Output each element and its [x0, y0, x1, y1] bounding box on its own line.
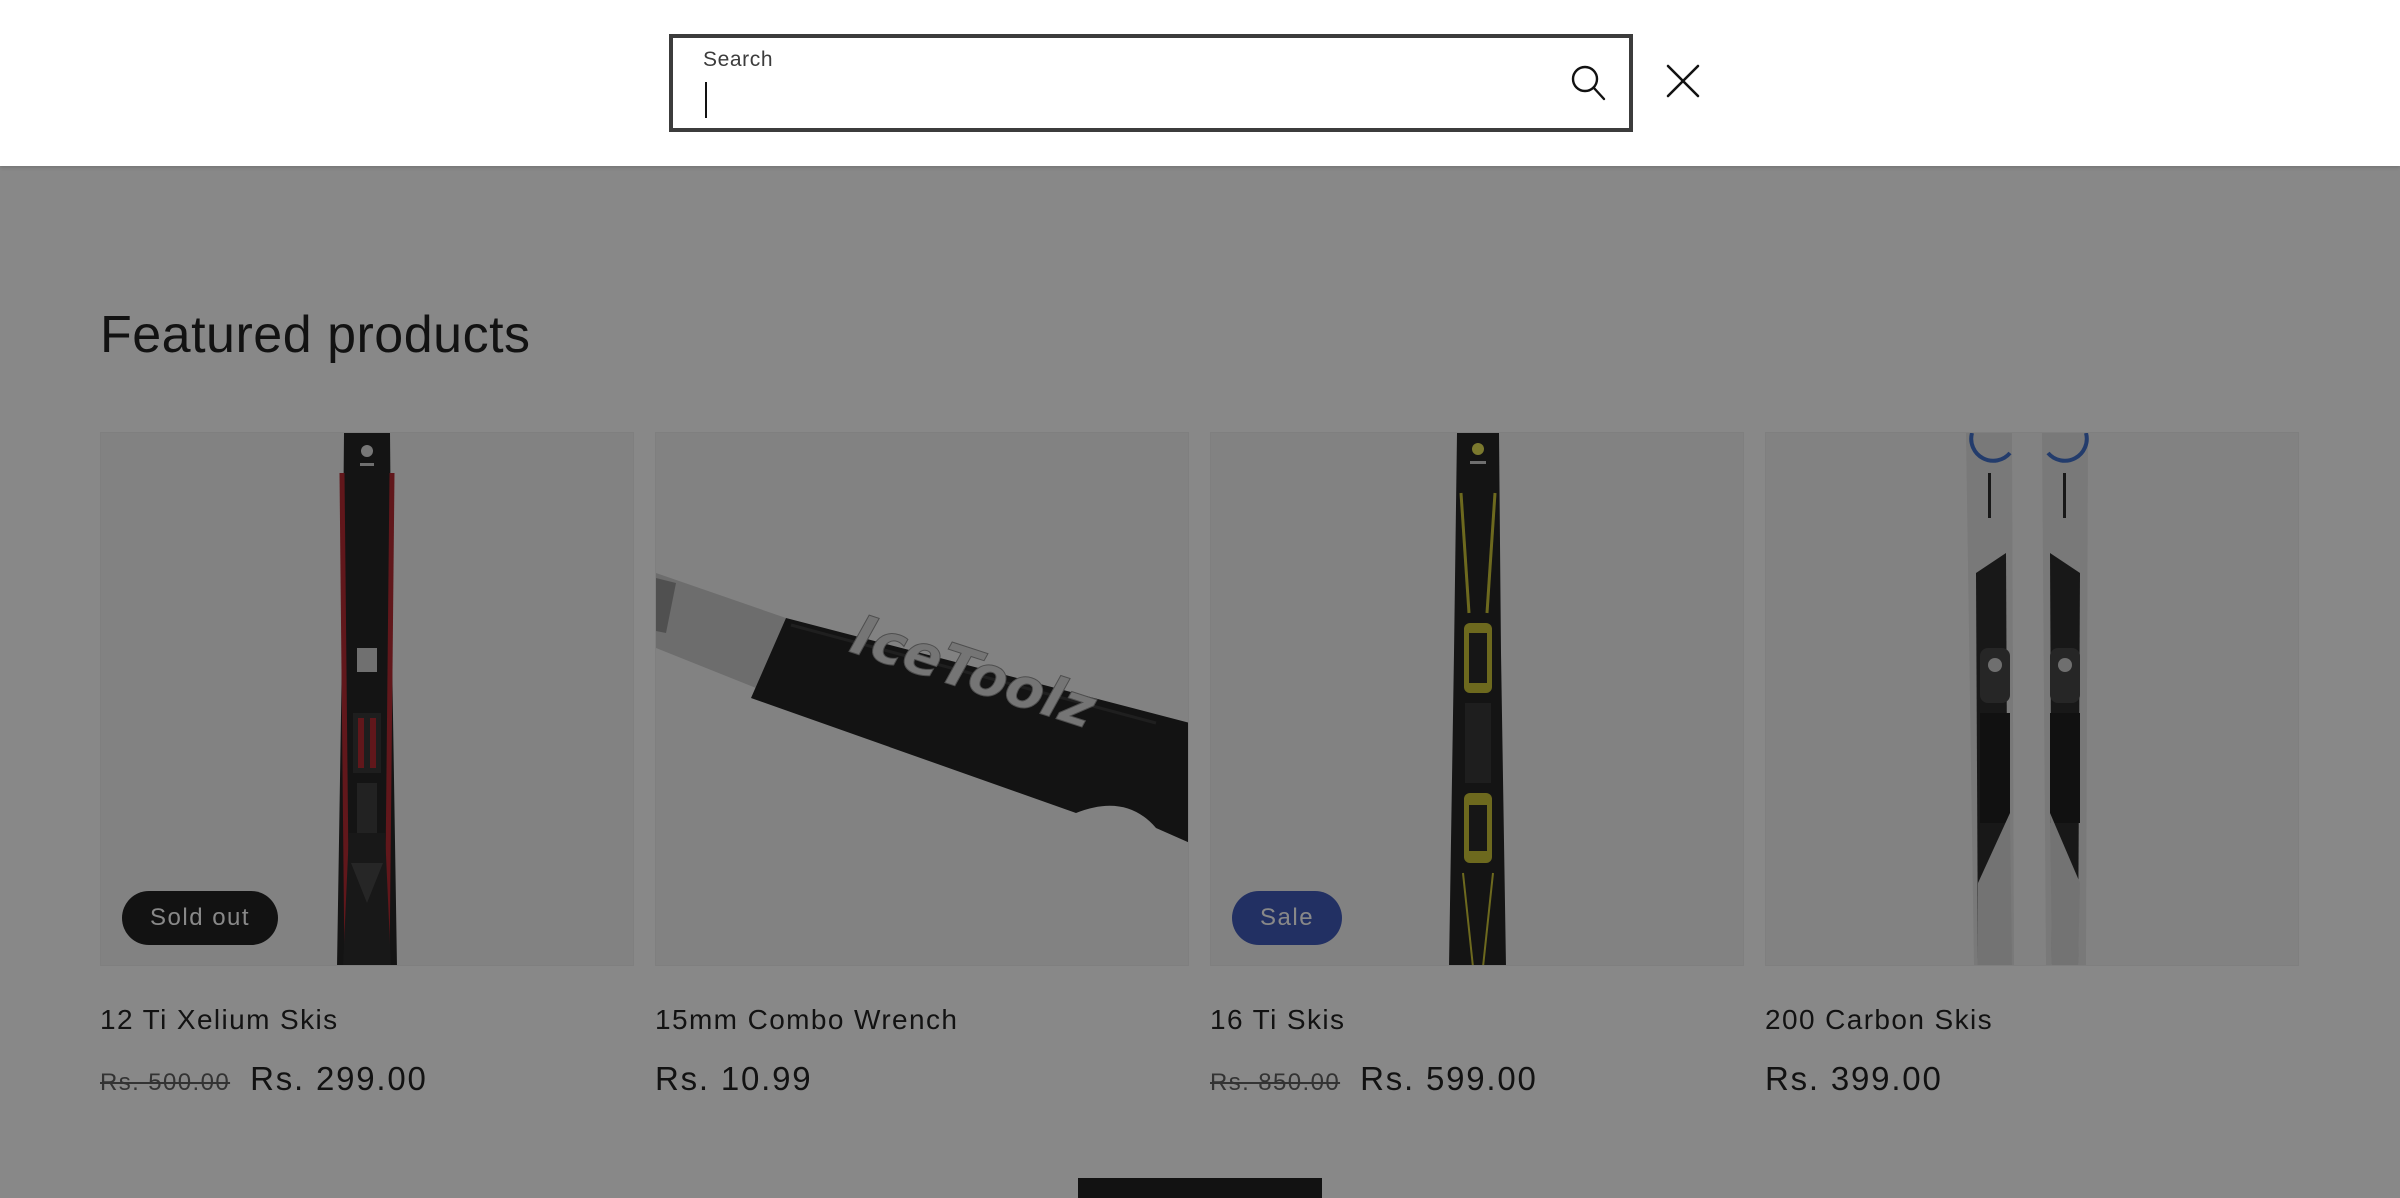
close-search-button[interactable] — [1660, 58, 1706, 104]
search-submit-button[interactable] — [1561, 56, 1615, 110]
text-caret — [705, 82, 707, 118]
search-icon — [1571, 65, 1606, 101]
search-input[interactable] — [703, 78, 1523, 122]
search-label: Search — [703, 48, 774, 71]
search-modal: Search — [0, 0, 2400, 166]
close-icon — [1666, 64, 1700, 98]
modal-overlay[interactable] — [0, 166, 2400, 1198]
search-field[interactable]: Search — [669, 34, 1633, 132]
